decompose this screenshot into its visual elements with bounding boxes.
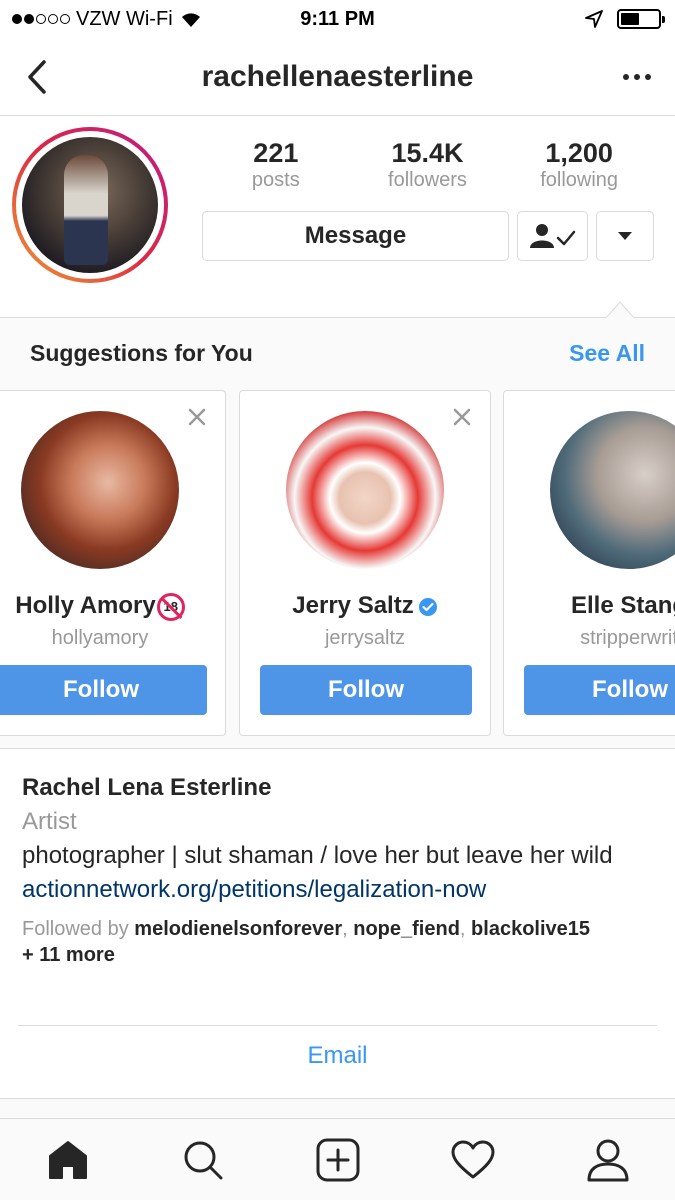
wifi-icon — [181, 13, 200, 27]
follow-button[interactable]: Follow — [524, 665, 675, 715]
status-right — [585, 9, 665, 29]
battery-icon — [617, 9, 665, 29]
stat-value: 15.4K — [391, 138, 464, 168]
profile-stats: 221 posts 15.4K followers 1,200 followin… — [200, 138, 655, 192]
profile-header: 221 posts 15.4K followers 1,200 followin… — [0, 117, 675, 317]
profile-icon — [587, 1139, 628, 1181]
message-button[interactable]: Message — [202, 211, 509, 261]
follow-button[interactable]: Follow — [0, 665, 207, 715]
suggestion-name[interactable]: Elle Stang — [504, 592, 675, 620]
close-icon[interactable] — [452, 407, 472, 427]
verified-badge-icon — [418, 597, 437, 616]
tab-home[interactable] — [38, 1130, 98, 1190]
suggestion-card[interactable]: Holly Amory 18 hollyamory Follow — [0, 390, 226, 736]
follow-button[interactable]: Follow — [260, 665, 472, 715]
profile-bio: Rachel Lena Esterline Artist photographe… — [22, 770, 657, 968]
tab-activity[interactable] — [443, 1130, 503, 1190]
stat-label: following — [540, 168, 619, 191]
suggestion-name[interactable]: Jerry Saltz — [240, 592, 490, 620]
see-all-link[interactable]: See All — [569, 340, 645, 367]
suggestion-name[interactable]: Holly Amory 18 — [0, 592, 225, 621]
suggestions-panel: Suggestions for You See All Holly Amory 1… — [0, 317, 675, 749]
profile-actions: Message — [202, 211, 654, 261]
bio-category: Artist — [22, 808, 77, 835]
tab-profile[interactable] — [578, 1130, 638, 1190]
carrier-label: VZW Wi-Fi — [76, 7, 173, 30]
page-title: rachellenaesterline — [201, 59, 474, 93]
more-options-icon[interactable] — [623, 74, 651, 80]
caret-down-icon — [618, 232, 632, 240]
suggestion-card[interactable]: Jerry Saltz jerrysaltz Follow — [239, 390, 491, 736]
avatar — [22, 137, 158, 273]
email-button[interactable]: Email — [0, 1042, 675, 1070]
bottom-tab-bar — [0, 1118, 675, 1200]
suggestions-pointer — [606, 301, 634, 318]
suggestion-handle: jerrysaltz — [324, 627, 405, 649]
home-icon — [48, 1140, 87, 1179]
stat-following[interactable]: 1,200 following — [504, 138, 654, 192]
status-bar: VZW Wi-Fi 9:11 PM — [0, 0, 675, 38]
followed-by-user[interactable]: blackolive15 — [471, 918, 590, 940]
location-arrow-icon — [585, 10, 603, 28]
stat-label: posts — [251, 168, 300, 191]
status-left: VZW Wi-Fi — [12, 8, 203, 31]
suggestion-handle: hollyamory — [51, 627, 149, 649]
stat-posts[interactable]: 221 posts — [201, 138, 351, 192]
close-icon[interactable] — [187, 407, 207, 427]
tab-add-post[interactable] — [308, 1130, 368, 1190]
heart-icon — [451, 1140, 494, 1178]
suggestion-name-text: Holly Amory — [15, 592, 156, 619]
navigation-header: rachellenaesterline — [0, 38, 675, 116]
avatar-story-ring[interactable] — [12, 127, 168, 283]
bio-website-link[interactable]: actionnetwork.org/petitions/legalization… — [22, 872, 657, 908]
section-divider — [0, 1098, 675, 1118]
suggestion-handle: stripperwrit — [580, 627, 675, 649]
stat-value: 1,200 — [545, 138, 613, 168]
bio-text: photographer | slut shaman / love her bu… — [22, 842, 613, 869]
divider — [18, 1025, 657, 1026]
followed-by-user[interactable]: melodienelsonforever — [134, 918, 342, 940]
suggestion-avatar[interactable] — [550, 411, 675, 569]
signal-strength-icon — [12, 14, 70, 24]
followed-by[interactable]: Followed by melodienelsonforever, nope_f… — [22, 916, 657, 968]
suggestion-name-text: Elle Stang — [570, 592, 675, 619]
suggestions-toggle-button[interactable] — [596, 211, 654, 261]
bio-full-name: Rachel Lena Esterline — [22, 774, 272, 801]
suggestion-avatar[interactable] — [21, 411, 179, 569]
suggestion-avatar[interactable] — [286, 411, 444, 569]
person-check-icon — [529, 224, 575, 248]
tab-search[interactable] — [173, 1130, 233, 1190]
following-button[interactable] — [517, 211, 588, 261]
stat-followers[interactable]: 15.4K followers — [352, 138, 502, 192]
battery-fill — [621, 13, 639, 25]
back-chevron-icon[interactable] — [22, 58, 52, 96]
suggestion-card[interactable]: Elle Stang stripperwrit Follow — [503, 390, 675, 736]
stat-value: 221 — [253, 138, 299, 168]
add-post-icon — [316, 1138, 359, 1181]
followed-by-prefix: Followed by — [22, 918, 135, 940]
suggestion-name-text: Jerry Saltz — [292, 592, 414, 619]
stat-label: followers — [388, 168, 467, 191]
age-restricted-icon: 18 — [156, 592, 185, 621]
followed-by-user[interactable]: nope_fiend — [353, 918, 460, 940]
suggestions-title: Suggestions for You — [30, 340, 253, 366]
followed-by-more[interactable]: + 11 more — [22, 944, 115, 966]
search-icon — [184, 1141, 222, 1179]
